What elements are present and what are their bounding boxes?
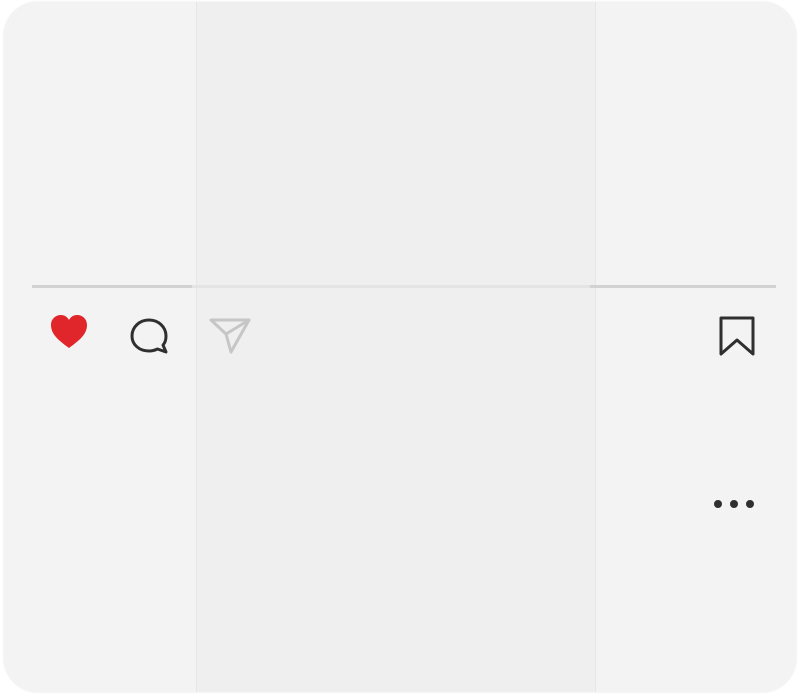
heart-icon[interactable]	[48, 312, 90, 352]
share-icon[interactable]	[207, 314, 253, 356]
post-media	[4, 2, 796, 290]
bookmark-icon[interactable]	[713, 314, 761, 358]
post-card	[4, 2, 796, 692]
comment-icon[interactable]	[127, 315, 171, 357]
media-divider-center	[192, 285, 590, 288]
more-options-icon[interactable]	[706, 490, 762, 518]
